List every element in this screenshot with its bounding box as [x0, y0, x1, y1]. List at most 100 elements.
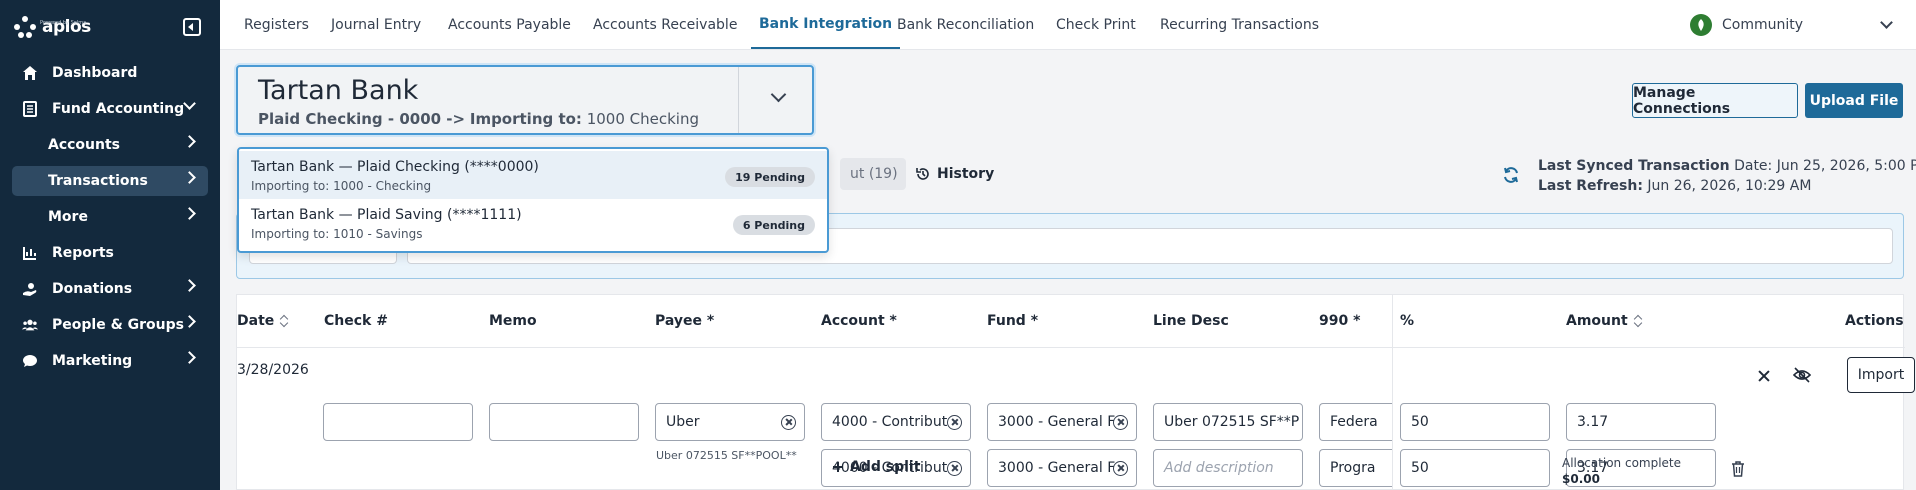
- sidebar-item-accounts[interactable]: Accounts: [12, 130, 208, 160]
- sidebar-item-label: Fund Accounting: [52, 101, 185, 117]
- memo-input[interactable]: [489, 403, 639, 441]
- bank-option-subtitle: Importing to: 1010 - Savings: [251, 227, 423, 241]
- refresh-icon[interactable]: [1502, 166, 1520, 184]
- sidebar-item-people-groups[interactable]: People & Groups: [12, 310, 208, 340]
- chevron-right-icon: [183, 351, 196, 364]
- bank-account-select[interactable]: Tartan Bank Plaid Checking - 0000 -> Imp…: [236, 65, 814, 135]
- account-input[interactable]: 4000 - Contribut: [821, 403, 971, 441]
- upload-file-button[interactable]: Upload File: [1805, 83, 1903, 118]
- bank-option-title: Tartan Bank — Plaid Checking (****0000): [251, 159, 539, 175]
- org-name: Community: [1722, 16, 1804, 33]
- line-desc-input[interactable]: Uber 072515 SF**P: [1153, 403, 1303, 441]
- header-account: Account *: [821, 313, 897, 329]
- select-divider: [738, 67, 739, 133]
- top-nav: Registers Journal Entry Accounts Payable…: [220, 0, 1916, 50]
- column-divider: [1392, 295, 1393, 490]
- eye-off-icon[interactable]: [1793, 367, 1811, 383]
- bank-option[interactable]: Tartan Bank — Plaid Checking (****0000) …: [239, 151, 827, 199]
- logo-subtext: Powered by Selma: [40, 20, 87, 26]
- sidebar-item-label: Marketing: [52, 353, 133, 369]
- chevron-down-icon[interactable]: [770, 86, 787, 103]
- clear-icon[interactable]: [1113, 461, 1128, 476]
- chevron-right-icon: [183, 207, 196, 220]
- tab-registers[interactable]: Registers: [244, 0, 309, 49]
- header-percent: %: [1400, 313, 1415, 329]
- chevron-down-icon: [183, 97, 196, 110]
- home-icon: [22, 65, 38, 81]
- 990-select[interactable]: Federa: [1319, 403, 1392, 441]
- payee-input[interactable]: Uber: [655, 403, 805, 441]
- chat-icon: [22, 353, 38, 369]
- row-divider: [237, 347, 1905, 348]
- aplos-logo[interactable]: aplos: [12, 14, 91, 40]
- line-desc-input[interactable]: Add description: [1153, 449, 1303, 487]
- sync-info: Last Synced Transaction Date: Jun 25, 20…: [1538, 158, 1916, 194]
- cell-date: 3/28/2026: [237, 362, 309, 378]
- history-button[interactable]: History: [905, 158, 994, 190]
- trash-icon[interactable]: [1731, 461, 1745, 477]
- tab-journal-entry[interactable]: Journal Entry: [331, 0, 421, 49]
- clear-icon[interactable]: [947, 461, 962, 476]
- bank-option-title: Tartan Bank — Plaid Saving (****1111): [251, 207, 522, 223]
- tab-check-print[interactable]: Check Print: [1056, 0, 1136, 49]
- header-actions: Actions: [1845, 313, 1904, 329]
- sort-icon: [1634, 315, 1642, 327]
- header-990: 990 *: [1319, 313, 1361, 329]
- header-amount[interactable]: Amount: [1566, 313, 1642, 329]
- sidebar: aplos Powered by Selma Dashboard Fund Ac…: [0, 0, 220, 490]
- chevron-right-icon: [183, 315, 196, 328]
- manage-connections-button[interactable]: Manage Connections: [1632, 83, 1798, 118]
- sidebar-item-more[interactable]: More: [12, 202, 208, 232]
- clear-icon[interactable]: [781, 415, 796, 430]
- plus-icon: [833, 462, 843, 472]
- chevron-down-icon[interactable]: [1880, 16, 1893, 29]
- sidebar-item-transactions[interactable]: Transactions: [12, 166, 208, 196]
- header-memo: Memo: [489, 313, 537, 329]
- people-icon: [22, 317, 38, 333]
- clear-icon[interactable]: [947, 415, 962, 430]
- org-switcher[interactable]: Community: [1690, 0, 1803, 49]
- tab-bank-reconciliation[interactable]: Bank Reconciliation: [897, 0, 1034, 49]
- org-icon: [1690, 13, 1712, 36]
- filter-tab[interactable]: ut (19): [840, 158, 906, 190]
- bank-account-dropdown: Tartan Bank — Plaid Checking (****0000) …: [237, 147, 829, 253]
- sidebar-item-label: Accounts: [48, 137, 121, 153]
- percent-input[interactable]: 50: [1400, 449, 1550, 487]
- sidebar-item-fund-accounting[interactable]: Fund Accounting: [12, 94, 208, 124]
- sidebar-item-marketing[interactable]: Marketing: [12, 346, 208, 376]
- percent-input[interactable]: 50: [1400, 403, 1550, 441]
- bank-account-summary: Plaid Checking - 0000 -> Importing to: 1…: [258, 110, 699, 128]
- pending-badge: 19 Pending: [725, 167, 815, 187]
- check-number-input[interactable]: [323, 403, 473, 441]
- sidebar-item-label: Dashboard: [52, 65, 138, 81]
- aplos-logo-icon: [14, 16, 36, 38]
- tab-bank-integration[interactable]: Bank Integration: [751, 0, 901, 49]
- 990-select[interactable]: Progra: [1319, 449, 1392, 487]
- fund-input[interactable]: 3000 - General F: [987, 449, 1137, 487]
- sidebar-item-donations[interactable]: Donations: [12, 274, 208, 304]
- donation-icon: [22, 281, 38, 297]
- sort-icon: [280, 315, 288, 327]
- ledger-icon: [22, 101, 38, 117]
- sidebar-item-dashboard[interactable]: Dashboard: [12, 58, 208, 88]
- import-button[interactable]: Import: [1847, 357, 1915, 393]
- sidebar-item-label: Reports: [52, 245, 114, 261]
- add-split-button[interactable]: Add split: [832, 459, 920, 475]
- chevron-right-icon: [183, 135, 196, 148]
- collapse-sidebar-icon[interactable]: [183, 18, 201, 36]
- sidebar-item-label: Transactions: [48, 173, 148, 189]
- chevron-right-icon: [183, 279, 196, 292]
- tab-accounts-payable[interactable]: Accounts Payable: [448, 0, 571, 49]
- close-icon[interactable]: [1757, 369, 1771, 383]
- tab-recurring-transactions[interactable]: Recurring Transactions: [1160, 0, 1319, 49]
- tab-accounts-receivable[interactable]: Accounts Receivable: [593, 0, 737, 49]
- fund-input[interactable]: 3000 - General F: [987, 403, 1137, 441]
- allocation-status: Allocation complete $0.00: [1562, 456, 1682, 486]
- sidebar-item-reports[interactable]: Reports: [12, 238, 208, 268]
- main-content: Tartan Bank Plaid Checking - 0000 -> Imp…: [220, 50, 1916, 490]
- clear-icon[interactable]: [1113, 415, 1128, 430]
- header-date[interactable]: Date: [237, 313, 288, 329]
- amount-input[interactable]: 3.17: [1566, 403, 1716, 441]
- bank-option[interactable]: Tartan Bank — Plaid Saving (****1111) Im…: [239, 199, 827, 247]
- header-payee: Payee *: [655, 313, 715, 329]
